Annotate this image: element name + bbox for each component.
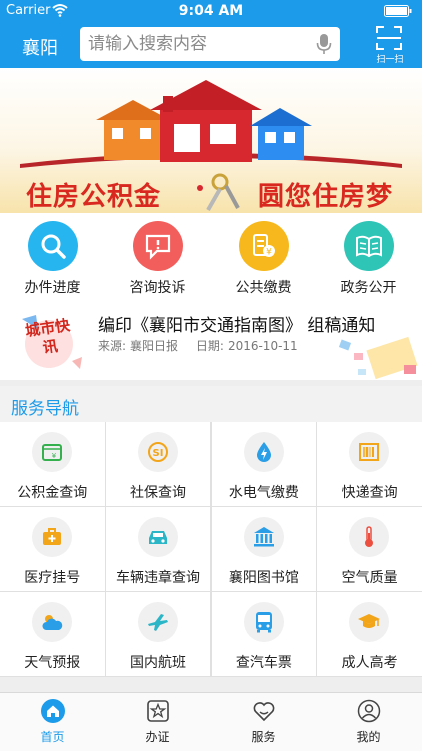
status-bar: Carrier 9:04 AM [0, 0, 422, 22]
service-label: 医疗挂号 [24, 570, 81, 586]
tab-services[interactable]: 服务 [211, 693, 316, 751]
service-flights[interactable]: 国内航班 [105, 592, 211, 676]
scan-button[interactable]: 扫一扫 [368, 24, 412, 65]
parcel-icon [349, 432, 390, 472]
banner-slogan-left: 住房公积金 [26, 182, 162, 212]
home-icon [41, 699, 65, 723]
service-label: 空气质量 [341, 570, 398, 586]
service-label: 国内航班 [130, 655, 187, 671]
quick-link-label: 咨询投诉 [129, 280, 186, 296]
user-icon [357, 699, 381, 723]
car-icon [137, 517, 178, 557]
news-badge-text: 城市快讯 [24, 316, 72, 357]
news-date: 2016-10-11 [227, 339, 298, 353]
quick-link-label: 办件进度 [24, 280, 81, 296]
service-label: 快递查询 [341, 485, 398, 501]
search-icon [28, 221, 78, 271]
news-source-label: 来源: [98, 339, 127, 353]
search-box[interactable] [80, 27, 340, 61]
banner-slogan-right: 圆您住房梦 [258, 182, 394, 212]
utility-drop-icon [243, 432, 284, 472]
svg-text:SI: SI [152, 448, 163, 459]
service-bus-tickets[interactable]: 查汽车票 [211, 592, 317, 676]
service-label: 车辆违章查询 [116, 570, 201, 586]
city-selector[interactable]: 襄阳 [22, 34, 58, 60]
microphone-icon[interactable] [316, 33, 332, 55]
quick-link-disclosure[interactable]: 政务公开 [316, 213, 421, 305]
housing-fund-icon: ¥ [32, 432, 72, 472]
service-grid: ¥ 公积金查询 SI 社保查询 水电气缴费 快递查询 医疗挂号 车辆违章查询 襄… [0, 422, 422, 677]
chat-alert-icon [133, 221, 183, 271]
quick-links: 办件进度 咨询投诉 ¥ 公共缴费 政务公开 [0, 213, 422, 305]
service-header: 服务导航 [0, 386, 422, 422]
tab-bar: 首页 办证 服务 我的 [0, 692, 422, 751]
service-title: 服务导航 [11, 399, 79, 419]
service-label: 成人高考 [341, 655, 398, 671]
bus-icon [243, 602, 284, 642]
tab-label: 首页 [40, 730, 65, 744]
search-input[interactable] [88, 27, 308, 61]
news-date-label: 日期: [195, 339, 224, 353]
quick-link-payment[interactable]: ¥ 公共缴费 [211, 213, 316, 305]
service-utilities[interactable]: 水电气缴费 [211, 422, 317, 506]
social-security-icon: SI [137, 432, 178, 472]
tab-home[interactable]: 首页 [0, 693, 105, 751]
news-title[interactable]: 编印《襄阳市交通指南图》 组稿通知 [98, 311, 375, 336]
quick-link-complaint[interactable]: 咨询投诉 [105, 213, 210, 305]
quick-link-progress[interactable]: 办件进度 [0, 213, 105, 305]
service-medical[interactable]: 医疗挂号 [0, 507, 105, 591]
tab-label: 服务 [251, 730, 276, 744]
scan-icon [376, 26, 402, 50]
book-icon [344, 221, 394, 271]
promo-banner[interactable]: 住房公积金 圆您住房梦 [0, 68, 422, 213]
service-weather[interactable]: 天气预报 [0, 592, 105, 676]
service-label: 天气预报 [24, 655, 81, 671]
service-air-quality[interactable]: 空气质量 [317, 507, 422, 591]
service-label: 查汽车票 [235, 655, 292, 671]
heart-icon [253, 702, 275, 722]
graduation-cap-icon [349, 602, 390, 642]
tab-label: 我的 [356, 730, 381, 744]
quick-link-label: 政务公开 [340, 280, 397, 296]
service-express[interactable]: 快递查询 [317, 422, 422, 506]
service-label: 公积金查询 [17, 485, 88, 501]
service-library[interactable]: 襄阳图书馆 [211, 507, 317, 591]
airplane-icon [137, 602, 178, 642]
thermometer-icon [349, 517, 390, 557]
tab-profile[interactable]: 我的 [316, 693, 421, 751]
star-box-icon [147, 700, 169, 722]
service-traffic-violation[interactable]: 车辆违章查询 [105, 507, 211, 591]
news-ticker[interactable]: 城市快讯 编印《襄阳市交通指南图》 组稿通知 来源: 襄阳日报 日期: 2016-1… [0, 305, 422, 380]
battery-icon [384, 5, 412, 17]
scan-label: 扫一扫 [376, 55, 404, 65]
service-label: 社保查询 [130, 485, 187, 501]
news-meta: 来源: 襄阳日报 日期: 2016-10-11 [98, 337, 302, 354]
service-label: 水电气缴费 [228, 485, 299, 501]
tab-label: 办证 [145, 730, 170, 744]
weather-icon [32, 602, 72, 642]
service-housing-fund[interactable]: ¥ 公积金查询 [0, 422, 105, 506]
clock: 9:04 AM [178, 3, 244, 19]
service-social-security[interactable]: SI 社保查询 [105, 422, 211, 506]
svg-text:¥: ¥ [266, 248, 272, 258]
news-source: 襄阳日报 [130, 339, 179, 353]
svg-text:¥: ¥ [52, 452, 57, 460]
top-bar: Carrier 9:04 AM 襄阳 扫一扫 [0, 0, 422, 68]
library-icon [243, 517, 284, 557]
service-adult-exam[interactable]: 成人高考 [317, 592, 422, 676]
coins-icon: ¥ [239, 221, 289, 271]
quick-link-label: 公共缴费 [235, 280, 292, 296]
service-label: 襄阳图书馆 [228, 570, 299, 586]
medical-kit-icon [32, 517, 72, 557]
tab-certificates[interactable]: 办证 [105, 693, 210, 751]
